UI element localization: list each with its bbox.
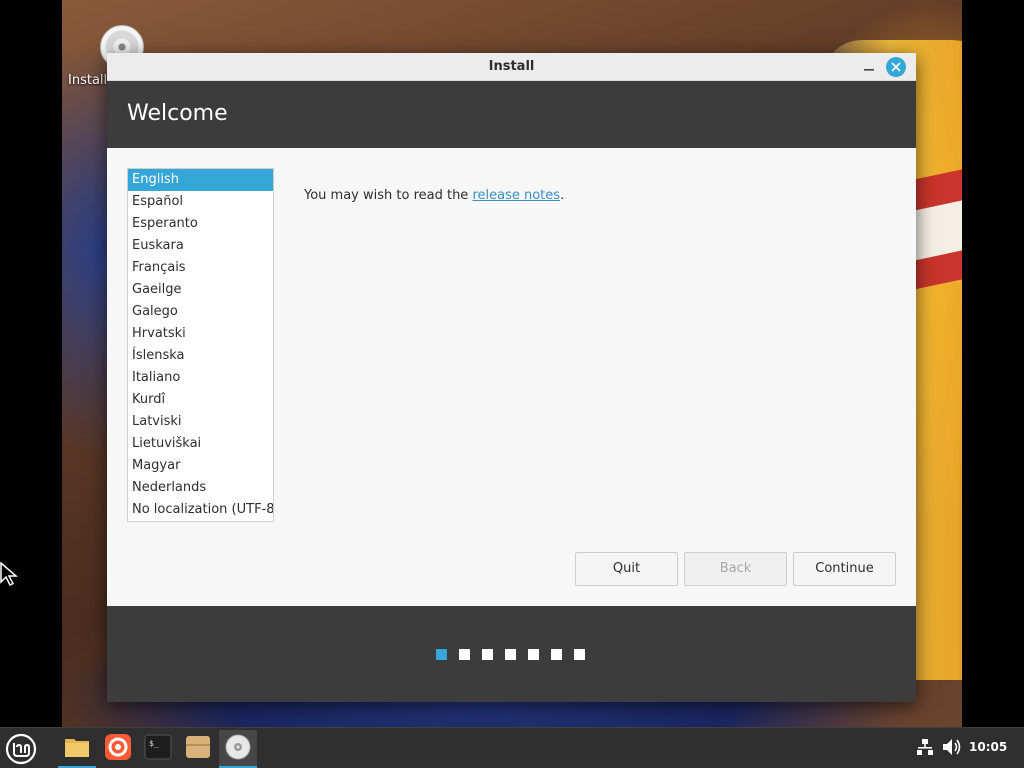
titlebar[interactable]: Install (107, 53, 916, 81)
page-header: Welcome (107, 81, 916, 148)
terminal-icon: $_ (144, 734, 172, 760)
step-dot (528, 649, 539, 660)
language-item[interactable]: Hrvatski (128, 323, 273, 345)
release-notes-prefix: You may wish to read the (304, 188, 473, 203)
language-item[interactable]: Latviski (128, 411, 273, 433)
clock[interactable]: 10:05 (969, 740, 1007, 754)
installer-window: Install Welcome English Español Esperanto E… (107, 53, 916, 702)
quit-button[interactable]: Quit (575, 552, 678, 586)
release-notes-suffix: . (560, 188, 565, 203)
desktop-icon-label: Install (68, 73, 108, 88)
taskbar-firefox[interactable] (99, 730, 137, 768)
release-notes-link[interactable]: release notes (472, 188, 560, 203)
mouse-pointer-icon (0, 562, 19, 586)
taskbar-terminal[interactable]: $_ (139, 730, 177, 768)
language-item[interactable]: Italiano (128, 367, 273, 389)
mint-menu-icon (5, 733, 37, 765)
page-title: Welcome (127, 101, 228, 126)
step-dot (482, 649, 493, 660)
minimize-button[interactable] (859, 57, 879, 77)
step-dot (551, 649, 562, 660)
step-dot (436, 649, 447, 660)
window-title: Install (488, 59, 535, 74)
minimize-icon (864, 69, 874, 71)
taskbar: $_ 10:05 (0, 727, 1024, 768)
back-button[interactable]: Back (684, 552, 787, 586)
taskbar-files[interactable] (58, 730, 96, 768)
language-item[interactable]: Español (128, 191, 273, 213)
release-notes-text: You may wish to read the release notes. (304, 188, 564, 203)
language-item[interactable]: Français (128, 257, 273, 279)
continue-button[interactable]: Continue (793, 552, 896, 586)
step-dot (459, 649, 470, 660)
step-dot (505, 649, 516, 660)
volume-icon[interactable] (942, 738, 962, 756)
language-item[interactable]: Magyar (128, 455, 273, 477)
main-content: English Español Esperanto Euskara Français Ga… (107, 148, 916, 606)
network-icon[interactable] (916, 738, 934, 756)
language-list[interactable]: English Español Esperanto Euskara Français Ga… (127, 168, 274, 522)
language-item[interactable]: No localization (UTF-8) (128, 499, 273, 521)
language-item[interactable]: Galego (128, 301, 273, 323)
progress-footer (107, 606, 916, 702)
close-icon (891, 62, 901, 72)
folder-icon (65, 739, 89, 757)
install-disc-icon (225, 734, 251, 760)
language-item[interactable]: Esperanto (128, 213, 273, 235)
close-button[interactable] (886, 57, 906, 77)
language-item[interactable]: Lietuviškai (128, 433, 273, 455)
language-item[interactable]: Íslenska (128, 345, 273, 367)
taskbar-archive[interactable] (179, 730, 217, 768)
step-dot (574, 649, 585, 660)
language-item[interactable]: English (128, 169, 273, 191)
firefox-icon (105, 734, 131, 760)
mint-menu-button[interactable] (4, 732, 38, 766)
taskbar-installer[interactable] (219, 730, 257, 768)
language-item[interactable]: Euskara (128, 235, 273, 257)
language-item[interactable]: Gaeilge (128, 279, 273, 301)
svg-text:$_: $_ (149, 739, 159, 748)
language-item[interactable]: Kurdî (128, 389, 273, 411)
archive-icon (186, 736, 210, 758)
language-item[interactable]: Nederlands (128, 477, 273, 499)
